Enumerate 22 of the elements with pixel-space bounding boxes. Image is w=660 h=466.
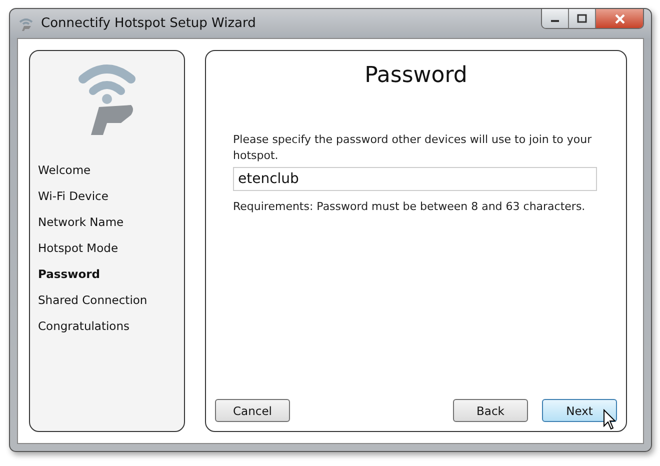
- cursor-icon: [603, 409, 617, 431]
- wizard-step: Password: [38, 261, 176, 287]
- instruction-text: Please specify the password other devices will use to join to your hotspot.: [233, 132, 593, 164]
- close-icon: [614, 14, 626, 24]
- page-title: Password: [364, 62, 468, 88]
- wizard-step: Wi-Fi Device: [38, 183, 176, 209]
- wizard-step: Congratulations: [38, 313, 176, 339]
- requirements-text: Requirements: Password must be between 8 and 63 characters.: [233, 199, 586, 215]
- maximize-button[interactable]: [569, 9, 596, 28]
- wizard-step: Network Name: [38, 209, 176, 235]
- wizard-step: Hotspot Mode: [38, 235, 176, 261]
- wizard-button[interactable]: Back: [453, 399, 528, 422]
- password-field[interactable]: etenclub: [233, 167, 597, 191]
- window-title: Connectify Hotspot Setup Wizard: [41, 16, 256, 31]
- close-button[interactable]: [596, 9, 643, 28]
- wizard-step: Shared Connection: [38, 287, 176, 313]
- wizard-button[interactable]: Next: [542, 399, 617, 422]
- app-icon: [17, 16, 35, 32]
- maximize-icon: [577, 14, 587, 23]
- wizard-button[interactable]: Cancel: [215, 399, 290, 422]
- minimize-button[interactable]: [542, 9, 569, 28]
- wizard-step: Welcome: [38, 157, 176, 183]
